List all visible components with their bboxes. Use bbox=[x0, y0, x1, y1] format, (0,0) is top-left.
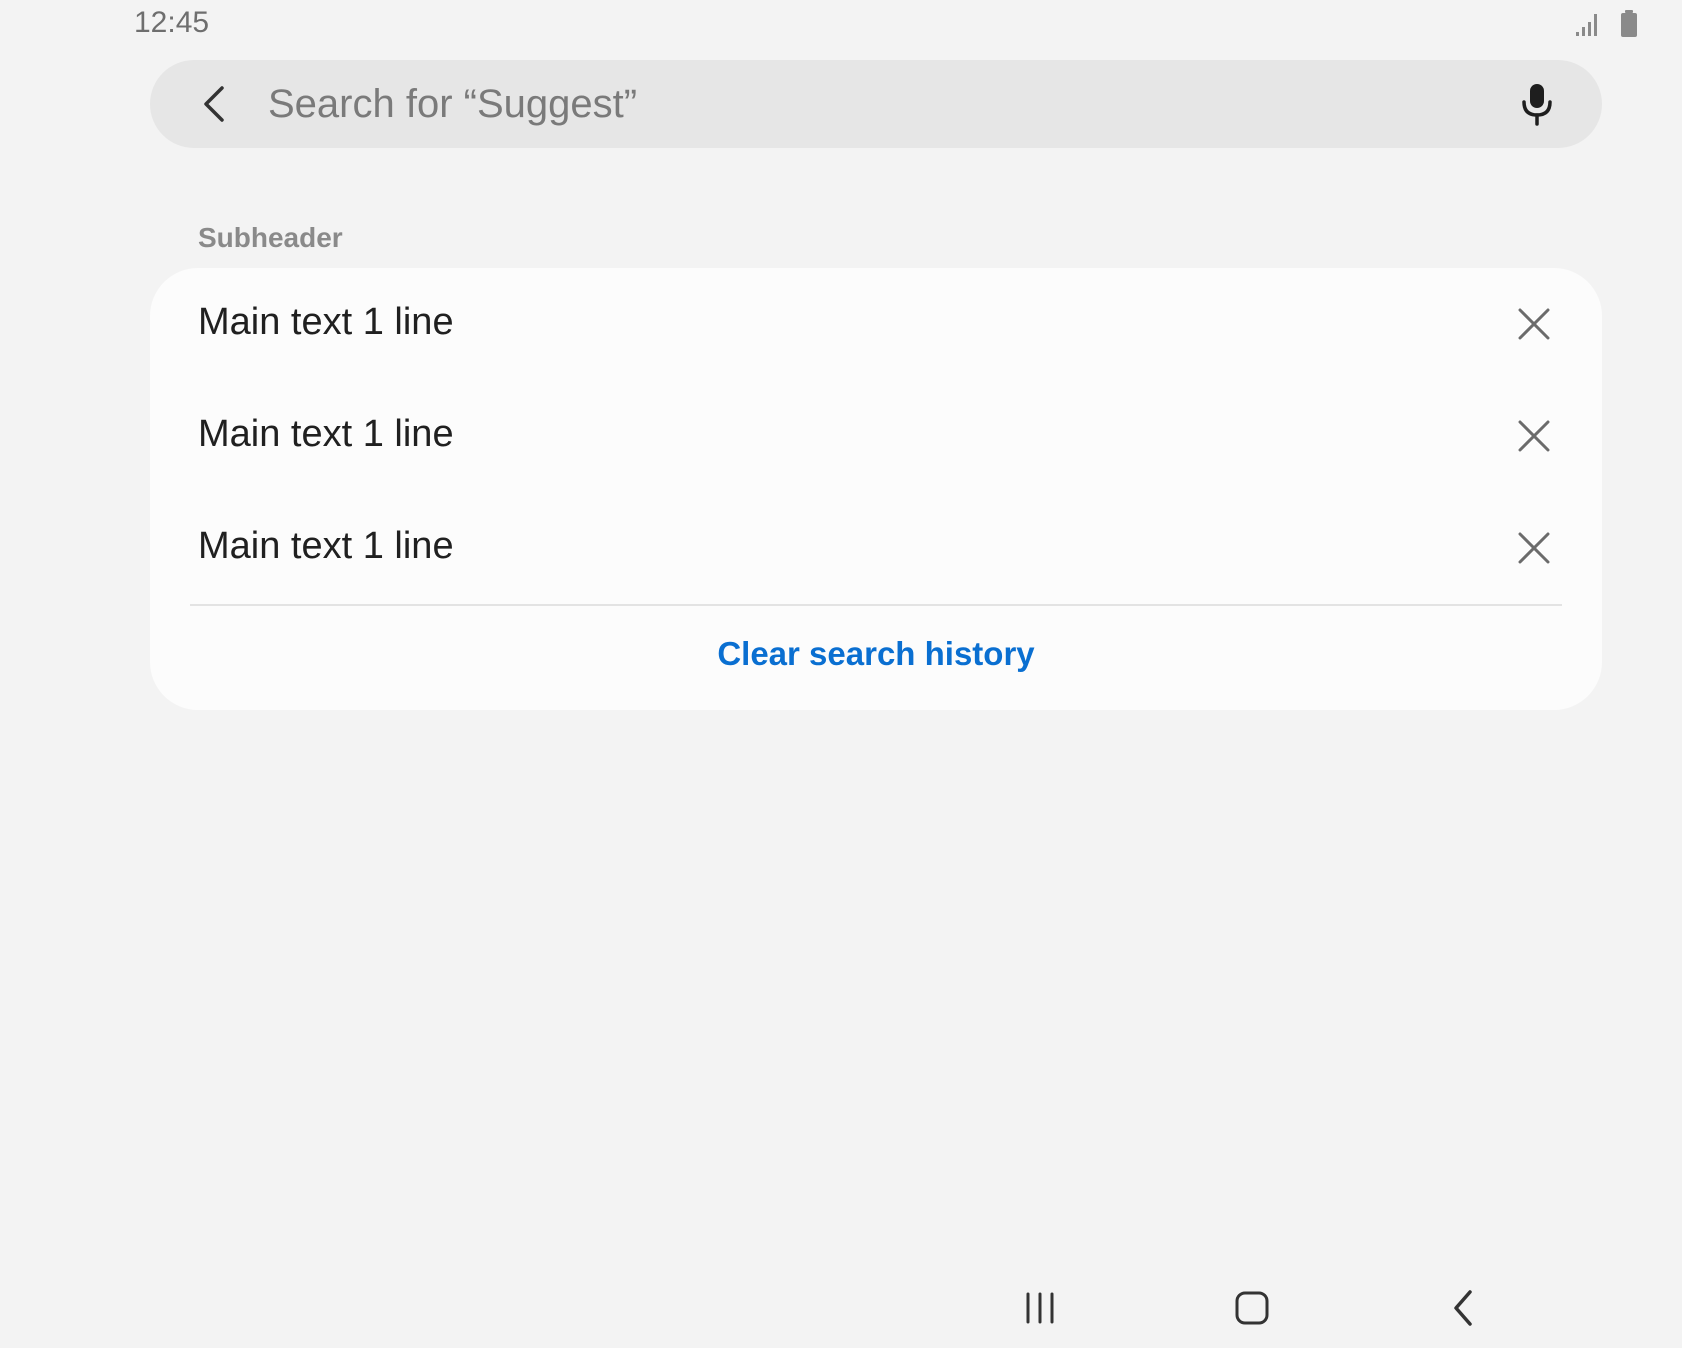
search-history-card: Main text 1 line Main text 1 line Main t… bbox=[150, 268, 1602, 710]
status-time: 12:45 bbox=[134, 6, 210, 39]
history-item[interactable]: Main text 1 line bbox=[150, 380, 1602, 492]
history-item-label: Main text 1 line bbox=[198, 525, 454, 567]
divider bbox=[190, 604, 1562, 606]
history-item-label: Main text 1 line bbox=[198, 301, 454, 343]
history-item-label: Main text 1 line bbox=[198, 413, 454, 455]
home-icon[interactable] bbox=[1220, 1276, 1284, 1340]
microphone-icon[interactable] bbox=[1513, 80, 1561, 128]
close-icon[interactable] bbox=[1510, 524, 1558, 572]
close-icon[interactable] bbox=[1510, 300, 1558, 348]
status-bar: 12:45 bbox=[0, 0, 1682, 50]
signal-icon bbox=[1576, 14, 1597, 36]
history-subheader: Subheader bbox=[198, 222, 343, 253]
search-input[interactable] bbox=[268, 74, 1408, 134]
clear-search-history-button[interactable]: Clear search history bbox=[150, 614, 1602, 694]
recent-apps-icon[interactable] bbox=[1008, 1276, 1072, 1340]
history-item[interactable]: Main text 1 line bbox=[150, 492, 1602, 604]
history-item[interactable]: Main text 1 line bbox=[150, 268, 1602, 380]
navigation-bar bbox=[0, 1268, 1682, 1348]
battery-icon bbox=[1621, 10, 1637, 37]
search-bar bbox=[150, 60, 1602, 148]
back-arrow-icon[interactable] bbox=[194, 82, 238, 126]
close-icon[interactable] bbox=[1510, 412, 1558, 460]
nav-back-icon[interactable] bbox=[1432, 1276, 1496, 1340]
